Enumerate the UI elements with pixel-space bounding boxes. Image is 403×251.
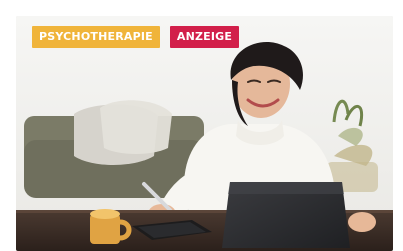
teaser-badges: PSYCHOTHERAPIE ANZEIGE xyxy=(32,26,240,48)
teaser-image[interactable] xyxy=(16,16,393,251)
ad-badge: ANZEIGE xyxy=(169,26,240,48)
article-teaser-card[interactable]: PSYCHOTHERAPIE ANZEIGE xyxy=(16,16,393,251)
category-badge[interactable]: PSYCHOTHERAPIE xyxy=(32,26,160,48)
